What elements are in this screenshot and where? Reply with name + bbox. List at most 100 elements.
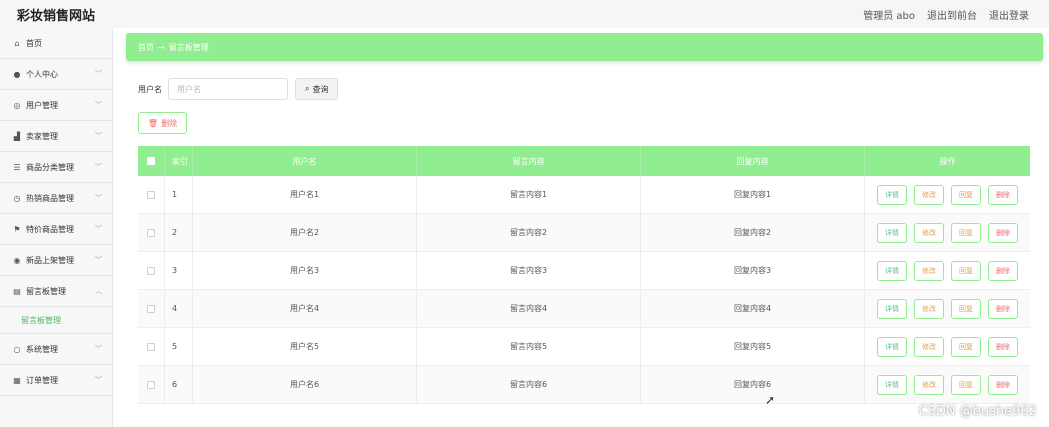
edit-button[interactable]: 修改 (914, 222, 944, 243)
row-checkbox[interactable] (147, 380, 155, 389)
row-checkbox[interactable] (147, 342, 155, 351)
table-header: 索引 用户名 留言内容 回复内容 操作 (138, 146, 1030, 176)
sidebar-item-orders[interactable]: ▦ 订单管理 ﹀ (0, 365, 112, 396)
sidebar-item-system[interactable]: ○ 系统管理 ﹀ (0, 334, 112, 365)
cell-message: 留言内容6 (417, 366, 641, 403)
search-button[interactable]: ⌕ 查询 (295, 78, 339, 100)
top-bar: 彩妆销售网站 管理员 abo 退出到前台 退出登录 (0, 0, 1049, 28)
mouse-cursor-icon: ➚ (765, 393, 776, 407)
delete-button[interactable]: 删除 (988, 374, 1018, 395)
chevron-down-icon: ﹀ (95, 345, 102, 353)
cell-reply: 回复内容2 (641, 214, 865, 251)
cell-index: 6 (165, 366, 193, 403)
cell-message: 留言内容4 (417, 290, 641, 327)
message-table: 索引 用户名 留言内容 回复内容 操作 1 用户名1 留言内容1 回复内容1 详… (138, 146, 1030, 404)
chevron-down-icon: ﹀ (95, 163, 102, 171)
table-row: 6 用户名6 留言内容6 回复内容6 详情 修改 回复 删除 (138, 366, 1030, 404)
row-checkbox[interactable] (147, 266, 155, 275)
sidebar-item-home[interactable]: ⌂ 首页 (0, 28, 112, 59)
detail-button[interactable]: 详情 (877, 184, 907, 205)
sidebar-item-label: 留言板管理 (26, 286, 66, 296)
sidebar-item-hot-products[interactable]: ◷ 热销商品管理 ﹀ (0, 183, 112, 214)
list-icon: ☰ (13, 162, 21, 172)
edit-button[interactable]: 修改 (914, 184, 944, 205)
sidebar-item-label: 卖家管理 (26, 131, 58, 141)
header-message[interactable]: 留言内容 (417, 146, 641, 176)
chevron-down-icon: ﹀ (95, 70, 102, 78)
chevron-down-icon: ﹀ (95, 194, 102, 202)
batch-delete-button[interactable]: 🗑 删除 (138, 112, 187, 134)
search-label: 用户名 (138, 84, 162, 94)
settings-icon: ○ (13, 344, 21, 354)
sidebar-item-label: 特价商品管理 (26, 224, 74, 234)
search-row: 用户名 ⌕ 查询 (138, 78, 339, 100)
reply-button[interactable]: 回复 (951, 222, 981, 243)
cell-username: 用户名1 (193, 176, 417, 213)
cell-username: 用户名6 (193, 366, 417, 403)
delete-button[interactable]: 删除 (988, 336, 1018, 357)
delete-button[interactable]: 删除 (988, 260, 1018, 281)
logout-link[interactable]: 退出登录 (989, 7, 1029, 22)
exit-to-front-link[interactable]: 退出到前台 (927, 7, 977, 22)
edit-button[interactable]: 修改 (914, 298, 944, 319)
sidebar-item-label: 订单管理 (26, 375, 58, 385)
edit-button[interactable]: 修改 (914, 336, 944, 357)
chevron-down-icon: ﹀ (95, 132, 102, 140)
reply-button[interactable]: 回复 (951, 298, 981, 319)
header-reply[interactable]: 回复内容 (641, 146, 865, 176)
sidebar-item-message-board[interactable]: ▤ 留言板管理 ︿ (0, 276, 112, 307)
clipboard-icon: ▤ (13, 286, 21, 296)
admin-label: 管理员 abo (863, 11, 915, 22)
grid-icon: ▦ (13, 375, 21, 385)
table-row: 5 用户名5 留言内容5 回复内容5 详情 修改 回复 删除 (138, 328, 1030, 366)
breadcrumb: 首页 → 留言板管理 (126, 33, 1043, 61)
delete-button[interactable]: 删除 (988, 298, 1018, 319)
reply-button[interactable]: 回复 (951, 374, 981, 395)
sidebar-subitem-message-board[interactable]: 留言板管理 (0, 307, 112, 334)
cell-message: 留言内容3 (417, 252, 641, 289)
sidebar-item-sellers[interactable]: ▟ 卖家管理 ﹀ (0, 121, 112, 152)
row-checkbox[interactable] (147, 228, 155, 237)
reply-button[interactable]: 回复 (951, 260, 981, 281)
flag-icon: ⚑ (13, 224, 21, 234)
sidebar-item-users[interactable]: ◎ 用户管理 ﹀ (0, 90, 112, 121)
search-input[interactable] (168, 78, 288, 100)
select-all-checkbox[interactable] (147, 157, 155, 165)
header-index: 索引 (165, 146, 193, 176)
detail-button[interactable]: 详情 (877, 298, 907, 319)
sidebar-item-new-products[interactable]: ◉ 新品上架管理 ﹀ (0, 245, 112, 276)
sidebar-item-label: 用户管理 (26, 100, 58, 110)
detail-button[interactable]: 详情 (877, 260, 907, 281)
row-checkbox[interactable] (147, 304, 155, 313)
cell-username: 用户名3 (193, 252, 417, 289)
row-checkbox[interactable] (147, 190, 155, 199)
sidebar-item-special-products[interactable]: ⚑ 特价商品管理 ﹀ (0, 214, 112, 245)
delete-button[interactable]: 删除 (988, 222, 1018, 243)
users-icon: ◎ (13, 100, 21, 110)
sidebar-item-label: 个人中心 (26, 69, 58, 79)
header-username[interactable]: 用户名 (193, 146, 417, 176)
chevron-down-icon: ﹀ (95, 376, 102, 384)
sidebar-item-profile[interactable]: ● 个人中心 ﹀ (0, 59, 112, 90)
home-icon: ⌂ (14, 38, 20, 48)
breadcrumb-home[interactable]: 首页 (138, 42, 154, 53)
reply-button[interactable]: 回复 (951, 184, 981, 205)
sidebar: ⌂ 首页 ● 个人中心 ﹀ ◎ 用户管理 ﹀ ▟ 卖家管理 ﹀ ☰ 商品分类管理… (0, 28, 113, 427)
detail-button[interactable]: 详情 (877, 374, 907, 395)
sidebar-item-label: 热销商品管理 (26, 193, 74, 203)
top-right-links: 管理员 abo 退出到前台 退出登录 (863, 7, 1029, 22)
sidebar-item-categories[interactable]: ☰ 商品分类管理 ﹀ (0, 152, 112, 183)
edit-button[interactable]: 修改 (914, 374, 944, 395)
chevron-down-icon: ﹀ (95, 101, 102, 109)
cell-username: 用户名5 (193, 328, 417, 365)
cell-username: 用户名2 (193, 214, 417, 251)
chevron-down-icon: ﹀ (95, 225, 102, 233)
delete-button[interactable]: 删除 (988, 184, 1018, 205)
edit-button[interactable]: 修改 (914, 260, 944, 281)
pin-icon: ◉ (13, 255, 21, 265)
sidebar-item-label: 商品分类管理 (26, 162, 74, 172)
detail-button[interactable]: 详情 (877, 222, 907, 243)
search-button-label: 查询 (312, 84, 329, 94)
detail-button[interactable]: 详情 (877, 336, 907, 357)
reply-button[interactable]: 回复 (951, 336, 981, 357)
